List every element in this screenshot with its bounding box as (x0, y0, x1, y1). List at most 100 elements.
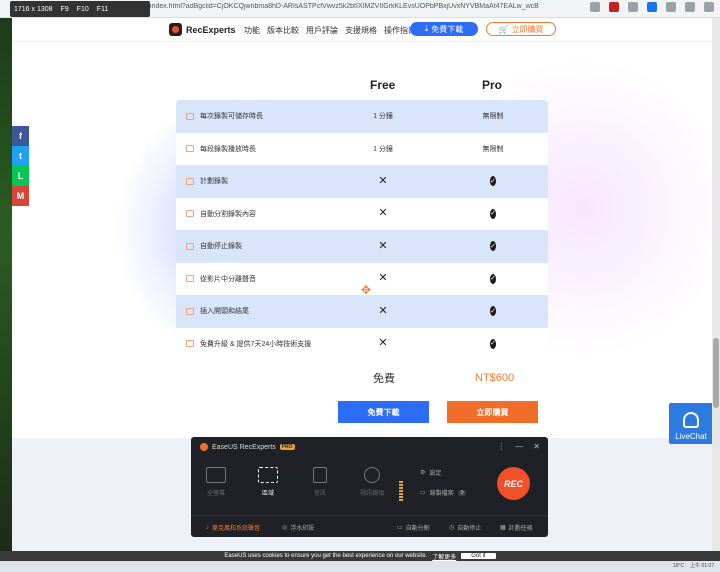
mode-webcam[interactable]: 視訊鏡頭 (357, 467, 387, 497)
scrollbar-thumb[interactable] (713, 338, 719, 408)
facebook-icon[interactable]: f (12, 126, 29, 146)
table-row: 每次錄製可儲存時長 1 分鐘 無限制 (176, 100, 548, 133)
system-tray: 18°C 上午 01:07 (672, 562, 714, 570)
settings-button[interactable]: ⚙ 設定 (420, 468, 466, 477)
auto-stop-button[interactable]: ◷ 自動停止 (449, 523, 481, 532)
extension-icon[interactable] (666, 2, 676, 12)
audio-level-meter (399, 481, 403, 503)
feature-label: 從影片中分離聲音 (200, 275, 256, 283)
clock[interactable]: 上午 01:07 (690, 562, 714, 569)
schedule-button[interactable]: ▦ 計劃任務 (500, 523, 533, 532)
feature-icon (186, 177, 194, 185)
mode-label: 音訊 (313, 491, 326, 497)
feature-icon (186, 340, 194, 348)
free-value: 1 分鐘 (373, 113, 393, 121)
mode-fullscreen[interactable]: 全螢幕 (201, 467, 231, 497)
extension-icon[interactable] (647, 2, 657, 12)
pro-value: 無限制 (482, 145, 504, 153)
desktop-background (0, 18, 12, 552)
nav-download-button[interactable]: ⤓ 免費下載 (410, 22, 478, 36)
buy-now-button[interactable]: 立即購買 (447, 401, 538, 423)
scrollbar-track[interactable] (712, 18, 720, 552)
cross-icon: ✕ (378, 174, 388, 187)
feature-label: 免費升級 & 提供7天24小時技術支援 (200, 340, 312, 348)
cross-icon: ✕ (378, 207, 388, 220)
alarm-icon: ◷ (449, 525, 455, 531)
folder-icon: ▭ (420, 490, 426, 496)
extension-icon[interactable] (609, 2, 619, 12)
calendar-icon: ▦ (500, 525, 506, 531)
livechat-button[interactable]: LiveChat (669, 403, 712, 444)
gmail-icon[interactable]: M (12, 186, 29, 206)
auto-stop-label: 自動停止 (457, 526, 482, 532)
watermark-button[interactable]: ◎ 浮水印設 (282, 523, 314, 532)
dimension-label: 1716 x 1308 (14, 5, 53, 13)
mode-region[interactable]: 區域 (253, 467, 283, 497)
feature-label: 自動分割錄製內容 (200, 210, 256, 218)
files-button[interactable]: ▭ 錄製檔案 9 (420, 488, 467, 497)
check-icon: ✓ (490, 273, 496, 284)
site-nav: RecExperts 功能 版本比較 用戶評論 支援規格 操作指南 ⤓ 免費下載… (12, 18, 712, 42)
nav-link-features[interactable]: 功能 (244, 25, 260, 36)
extension-icon[interactable] (628, 2, 638, 12)
menu-icon[interactable] (704, 2, 714, 12)
more-icon[interactable]: ⋮ (497, 442, 505, 451)
minimize-icon[interactable]: — (515, 442, 523, 451)
mode-audio[interactable]: 音訊 (305, 467, 335, 497)
key-f11[interactable]: F11 (97, 6, 109, 13)
auto-split-button[interactable]: ▭ 自動分割 (397, 523, 430, 532)
split-icon: ▭ (397, 525, 403, 531)
feature-icon (186, 307, 194, 315)
cross-icon: ✕ (378, 304, 388, 317)
check-icon: ✓ (490, 306, 496, 317)
free-download-button[interactable]: 免費下載 (338, 401, 429, 423)
line-icon[interactable]: L (12, 166, 29, 186)
sound-source-button[interactable]: ♪ 麥克風和系統聲音 (206, 523, 260, 533)
easeus-logo-icon (200, 443, 208, 451)
address-bar[interactable]: index.html?adBgclid=CjOKCQjwnbma8hD-ARIs… (150, 3, 570, 10)
headset-icon (683, 412, 699, 428)
cross-icon: ✕ (378, 337, 388, 350)
social-share-bar: f t L M (12, 126, 29, 206)
cart-icon: 🛒 (498, 24, 509, 34)
cookie-accept-button[interactable]: Got it (461, 553, 496, 559)
twitter-icon[interactable]: t (12, 146, 29, 166)
nav-buy-button[interactable]: 🛒 立即購買 (486, 22, 556, 36)
nav-link-compare[interactable]: 版本比較 (267, 25, 299, 36)
column-header-pro: Pro (482, 78, 503, 92)
waveform-icon: ♪ (206, 524, 209, 531)
recorder-options: ⚙ 設定 ▭ 錄製檔案 9 (420, 468, 467, 497)
dimension-overlay: 1716 x 1308 F9 F10 F11 (10, 1, 150, 17)
table-row: 自動分割錄製內容 ✕ ✓ (176, 197, 548, 230)
column-header-free: Free (370, 78, 396, 92)
cookie-learn-more-link[interactable]: 了解更多 (432, 552, 456, 561)
recorder-panel: EaseUS RecExperts PRO ⋮ — ✕ 全螢幕 區域 音訊 視訊… (191, 437, 548, 537)
key-f10[interactable]: F10 (77, 6, 89, 13)
close-icon[interactable]: ✕ (533, 442, 540, 451)
feature-icon (186, 145, 194, 153)
recorder-footer: ♪ 麥克風和系統聲音 ◎ 浮水印設 ▭ 自動分割 ◷ 自動停止 ▦ 計劃任務 (191, 515, 548, 537)
table-row: 計劃錄製 ✕ ✓ (176, 165, 548, 198)
key-f9[interactable]: F9 (61, 6, 69, 13)
rec-button[interactable]: REC (497, 467, 530, 500)
feature-label: 計劃錄製 (200, 178, 228, 186)
table-row: 自動停止錄製 ✕ ✓ (176, 230, 548, 263)
weather-temp: 18°C (672, 562, 685, 569)
extension-icon[interactable] (685, 2, 695, 12)
region-select-icon (258, 467, 278, 483)
nav-download-label: 免費下載 (431, 24, 464, 34)
nav-buy-label: 立即購買 (511, 24, 544, 34)
pro-value: 無限制 (482, 113, 504, 121)
cookie-text: EaseUS uses cookies to ensure you get th… (224, 553, 428, 559)
extension-icon[interactable] (590, 2, 600, 12)
feature-icon (186, 275, 194, 283)
recexperts-logo-icon (169, 23, 182, 36)
recorder-title: EaseUS RecExperts (212, 443, 276, 451)
nav-link-reviews[interactable]: 用戶評論 (306, 25, 338, 36)
nav-link-specs[interactable]: 支援規格 (345, 25, 377, 36)
feature-label: 自動停止錄製 (200, 243, 242, 251)
files-label: 錄製檔案 (429, 491, 454, 497)
pro-badge: PRO (279, 444, 295, 450)
brand-logo[interactable]: RecExperts (169, 23, 236, 36)
speaker-icon (313, 467, 327, 483)
